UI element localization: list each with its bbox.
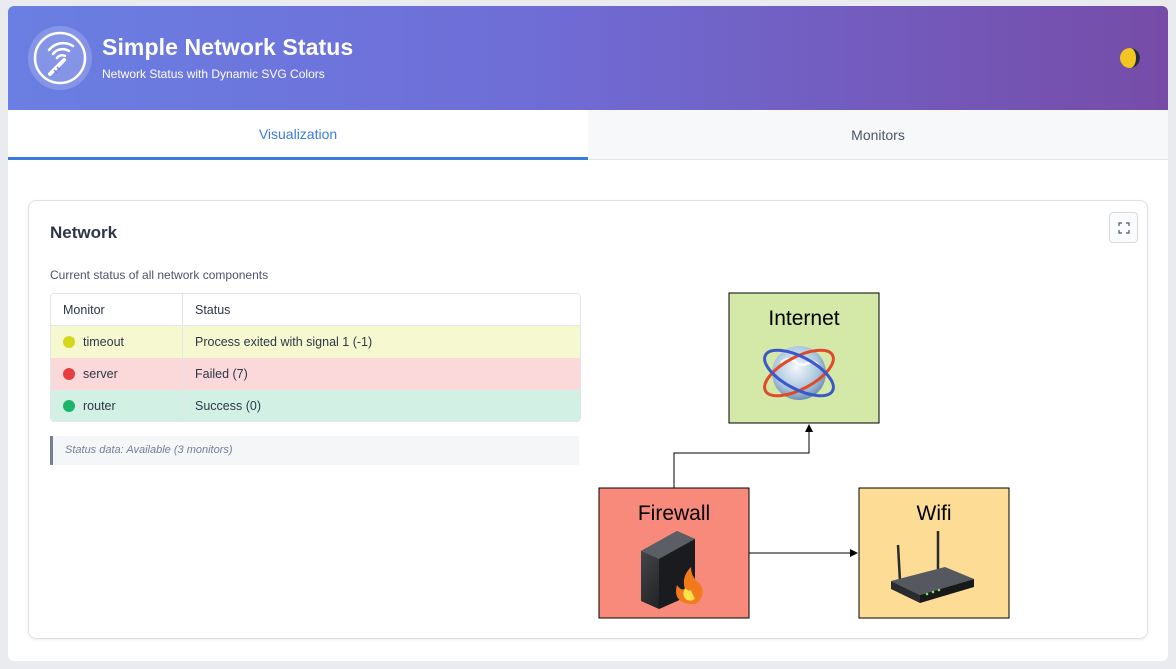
tab-monitors[interactable]: Monitors (588, 110, 1168, 160)
firewall-internet-link (673, 424, 813, 488)
table-row[interactable]: timeout Process exited with signal 1 (-1… (51, 326, 580, 358)
card-title: Network (50, 223, 118, 242)
status-dot-icon (63, 336, 75, 348)
status-dot-icon (63, 368, 75, 380)
column-header-status: Status (195, 303, 231, 317)
card-description: Current status of all network components (50, 268, 269, 282)
network-card: Network Current status of all network co… (28, 200, 1148, 639)
column-header-monitor: Monitor (63, 303, 105, 317)
wifi-logo-icon (28, 26, 92, 90)
monitor-table: Monitor Status timeout Process exited wi… (50, 293, 581, 422)
globe-icon (763, 346, 835, 400)
table-row[interactable]: router Success (0) (51, 390, 580, 421)
monitor-name: router (83, 399, 116, 413)
node-label-internet: Internet (768, 307, 839, 330)
table-header: Monitor Status (51, 294, 580, 326)
node-label-wifi: Wifi (917, 502, 952, 525)
expand-button[interactable] (1109, 212, 1138, 243)
app-window: Simple Network Status Network Status wit… (8, 6, 1168, 661)
monitor-name: server (83, 367, 118, 381)
header: Simple Network Status Network Status wit… (8, 6, 1168, 110)
expand-icon (1118, 222, 1130, 234)
status-note-text: Status data: Available (3 monitors) (65, 444, 233, 456)
app-title: Simple Network Status (102, 34, 354, 60)
status-note: Status data: Available (3 monitors) (50, 436, 579, 465)
monitor-status: Process exited with signal 1 (-1) (195, 335, 373, 349)
network-diagram: Internet Firewall Wifi (598, 292, 1010, 619)
node-wifi[interactable]: Wifi (858, 487, 1010, 619)
table-row[interactable]: server Failed (7) (51, 358, 580, 390)
node-firewall[interactable]: Firewall (598, 487, 750, 619)
theme-toggle-icon[interactable] (1118, 46, 1142, 70)
monitor-status: Failed (7) (195, 367, 248, 381)
app-subtitle: Network Status with Dynamic SVG Colors (102, 67, 325, 81)
status-dot-icon (63, 400, 75, 412)
node-internet[interactable]: Internet (728, 292, 880, 424)
monitor-name: timeout (83, 335, 124, 349)
node-label-firewall: Firewall (638, 502, 710, 525)
monitor-status: Success (0) (195, 399, 261, 413)
tab-visualization[interactable]: Visualization (8, 110, 588, 160)
tab-bar: Visualization Monitors (8, 110, 1168, 160)
